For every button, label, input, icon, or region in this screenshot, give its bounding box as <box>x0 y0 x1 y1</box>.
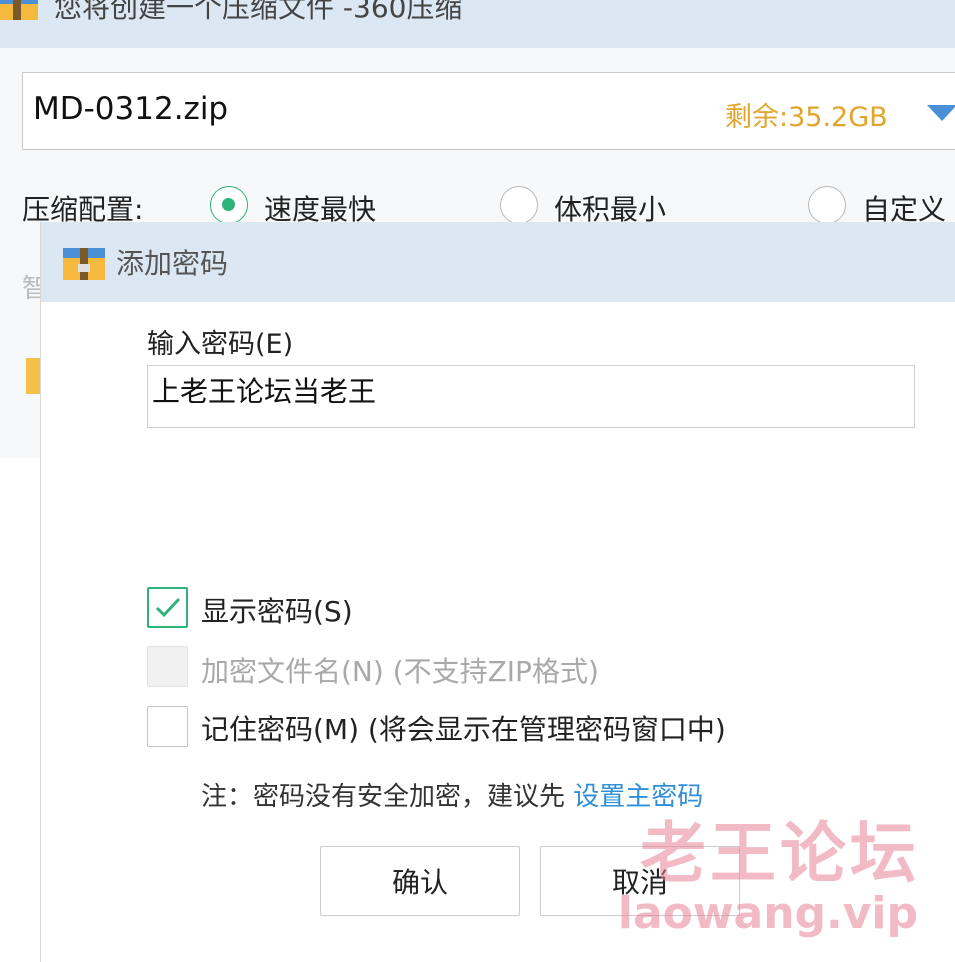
watermark: 老王论坛 laowang.vip <box>590 800 950 950</box>
filename-text: MD-0312.zip <box>33 91 229 127</box>
security-note-text: 注：密码没有安全加密，建议先 <box>201 782 574 812</box>
archive-app-icon <box>63 248 105 280</box>
confirm-button[interactable]: 确认 <box>320 846 520 916</box>
radio-fastest[interactable] <box>210 186 248 224</box>
filename-field[interactable]: MD-0312.zip 剩余:35.2GB <box>22 72 955 150</box>
radio-custom[interactable] <box>808 186 846 224</box>
checkmark-icon <box>155 597 181 618</box>
folder-icon <box>26 358 40 394</box>
background-window-titlebar: 您将创建一个压缩文件 -360压缩 <box>0 0 955 48</box>
encrypt-filenames-label: 加密文件名(N) (不支持ZIP格式) <box>201 655 599 688</box>
encrypt-filenames-checkbox <box>147 646 188 687</box>
dialog-title: 添加密码 <box>116 247 229 280</box>
remember-password-checkbox[interactable] <box>147 706 188 747</box>
watermark-text-cn: 老王论坛 <box>640 815 920 892</box>
background-window-title: 您将创建一个压缩文件 -360压缩 <box>54 0 463 24</box>
show-password-checkbox[interactable] <box>147 587 188 628</box>
archive-app-icon <box>0 0 38 20</box>
dialog-titlebar: 添加密码 <box>41 222 955 302</box>
dropdown-arrow-icon[interactable] <box>927 105 955 121</box>
free-space-label: 剩余:35.2GB <box>725 102 888 133</box>
password-label: 输入密码(E) <box>147 329 294 360</box>
password-input[interactable] <box>147 365 915 428</box>
remember-password-label[interactable]: 记住密码(M) (将会显示在管理密码窗口中) <box>201 708 726 748</box>
show-password-label[interactable]: 显示密码(S) <box>201 590 353 630</box>
radio-smallest[interactable] <box>500 186 538 224</box>
watermark-text-en: laowang.vip <box>617 888 918 939</box>
